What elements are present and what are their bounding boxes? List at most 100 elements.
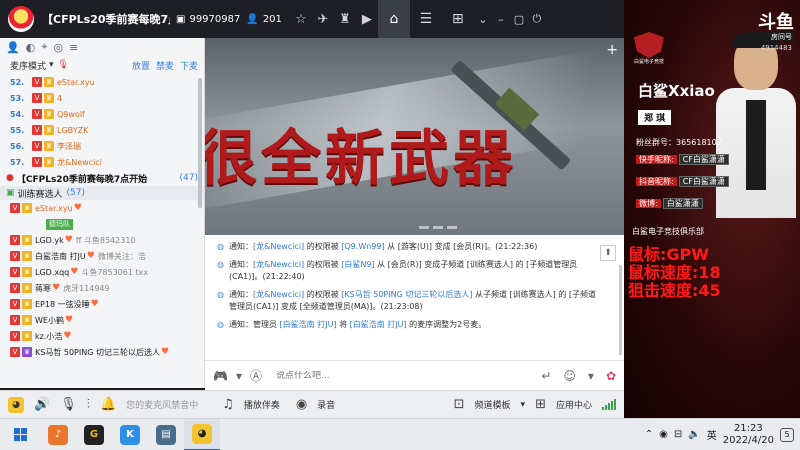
- member-item[interactable]: V ♛ WE小鹤 ♥: [0, 312, 204, 328]
- plus-icon[interactable]: +: [606, 42, 618, 58]
- chevron-down-icon[interactable]: ▾: [588, 369, 594, 383]
- user-link[interactable]: [龙&Newcici]: [253, 260, 304, 269]
- flower-icon[interactable]: ✿: [606, 369, 616, 383]
- taskbar-app-1[interactable]: ♪: [40, 419, 76, 450]
- left-scrollbar[interactable]: [198, 78, 202, 208]
- queue-item[interactable]: 53. V ♛ 4: [0, 90, 204, 106]
- shirt-icon[interactable]: ♜: [334, 12, 356, 27]
- user-link[interactable]: [龙&Newcici]: [253, 242, 304, 251]
- location-icon[interactable]: ⌖: [41, 40, 47, 54]
- queue-item[interactable]: 56. V ♛ 李泽瑞: [0, 138, 204, 154]
- input-language[interactable]: 英: [707, 427, 717, 442]
- list-tab[interactable]: ☰: [410, 0, 442, 38]
- chevron-down-icon[interactable]: ▾: [49, 60, 54, 70]
- message-scrollbar[interactable]: [619, 265, 622, 355]
- send-arrow-icon[interactable]: ↵: [541, 369, 551, 383]
- heart-icon: ♥: [160, 347, 170, 357]
- banner-pager[interactable]: [419, 226, 457, 229]
- user-link[interactable]: [龙&Newcici]: [253, 290, 304, 299]
- minimize-icon[interactable]: –: [492, 13, 510, 26]
- gamepad-icon[interactable]: 🎮: [213, 369, 228, 383]
- clock[interactable]: 21:23 2022/4/20: [723, 423, 774, 447]
- douyin-row: 抖音昵称: CF白鲨潇潇: [636, 176, 729, 187]
- user-icon[interactable]: 👤: [6, 41, 20, 54]
- power-icon[interactable]: ⏻: [528, 12, 546, 26]
- home-tab[interactable]: ⌂: [377, 0, 410, 38]
- play-accompaniment-button[interactable]: 播放伴奏: [244, 398, 280, 411]
- avatar[interactable]: ◕: [8, 396, 24, 413]
- menu-icon[interactable]: ⌄: [474, 13, 492, 26]
- place-button[interactable]: 放置: [132, 59, 150, 72]
- scroll-top-button[interactable]: ⬆: [600, 245, 616, 261]
- plane-icon[interactable]: ✈: [312, 12, 334, 27]
- chevron-up-icon[interactable]: ⌃: [645, 429, 653, 440]
- bell-icon[interactable]: 🔔: [100, 397, 116, 412]
- chevron-down-icon[interactable]: ▾: [521, 400, 526, 410]
- chat-input-bar: 🎮 ▾ Ⓐ ↵ ☺ ▾ ✿: [205, 360, 624, 390]
- record-button[interactable]: 录音: [317, 398, 335, 411]
- queue-item[interactable]: 55. V ♛ LGBYZK: [0, 122, 204, 138]
- queue-item[interactable]: 54. V ♛ Q9wolf: [0, 106, 204, 122]
- app-center-icon[interactable]: ⊞: [535, 397, 546, 412]
- queue-user-name: 龙&Newcici: [57, 157, 102, 167]
- menu-icon[interactable]: ≡: [69, 41, 78, 54]
- sub-channel-header[interactable]: ▣ 训练赛选人 (57): [0, 186, 204, 200]
- vip-icon: V: [10, 283, 20, 293]
- taskbar-app-3[interactable]: K: [112, 419, 148, 450]
- user-link[interactable]: [白鲨浩南 打JU]: [280, 320, 337, 329]
- tray-app-icon[interactable]: ◉: [659, 429, 668, 440]
- channel-header[interactable]: ● 【CFPLs20季前赛每晚7点开始 (47): [0, 170, 204, 186]
- member-item[interactable]: V ♛ eStar.xyu ♥: [0, 200, 204, 216]
- video-icon[interactable]: ▶: [356, 12, 378, 27]
- user-link[interactable]: [Q9.Wn99]: [341, 242, 384, 251]
- template-icon[interactable]: ⊡: [454, 397, 465, 412]
- text-format-icon[interactable]: Ⓐ: [250, 367, 262, 384]
- taskbar-app-4[interactable]: ▤: [148, 419, 184, 450]
- chat-input[interactable]: [276, 370, 486, 381]
- maximize-icon[interactable]: ▢: [510, 13, 528, 26]
- start-button[interactable]: [0, 428, 40, 441]
- mixer-icon[interactable]: ⫶: [87, 397, 90, 412]
- info-icon: ◍: [217, 290, 224, 299]
- record-icon[interactable]: ◉: [296, 397, 307, 412]
- globe-icon[interactable]: ◎: [54, 41, 64, 54]
- music-icon[interactable]: ♫: [222, 397, 234, 412]
- taskbar-app-yy[interactable]: ◕: [184, 418, 220, 450]
- game-tab[interactable]: ⊞: [442, 0, 474, 38]
- member-item[interactable]: V ♛ LGD.xqq ♥ 斗鱼7853061 txx: [0, 264, 204, 280]
- user-link[interactable]: [白鲨N9]: [341, 260, 374, 269]
- member-item[interactable]: V ♛ EP18 一弦没睡 ♥: [0, 296, 204, 312]
- queue-item[interactable]: 52. V ♛ eStar.xyu: [0, 74, 204, 90]
- member-item[interactable]: V ♛ kz.小浩 ♥: [0, 328, 204, 344]
- user-link[interactable]: [KS马哲 50PING 切记三轮以后选人]: [341, 290, 472, 299]
- vip-icon: V: [32, 141, 42, 151]
- member-item[interactable]: V ♛ 白鲨浩南 打JU ♥ 微博关注：浩: [0, 248, 204, 264]
- app-icon: ◕: [192, 423, 212, 444]
- ban-mic-button[interactable]: 禁麦: [156, 59, 174, 72]
- taskbar-app-2[interactable]: G: [76, 419, 112, 450]
- rank-icon: ♛: [22, 251, 32, 261]
- system-notice: ◍ 通知：[龙&Newcici] 的权限被 [白鲨N9] 从 [会员(R)] 变成…: [217, 259, 600, 283]
- queue-item[interactable]: 57. V ♛ 龙&Newcici: [0, 154, 204, 170]
- user-link[interactable]: [白鲨浩南 打JU]: [350, 320, 407, 329]
- volume-icon[interactable]: 🔈: [688, 429, 700, 440]
- team-badge: 德玛队: [46, 218, 73, 230]
- app-center-button[interactable]: 应用中心: [556, 398, 592, 411]
- member-item[interactable]: V ♛ KS马哲 50PING 切记三轮以后选人 ♥: [0, 344, 204, 360]
- channel-template-button[interactable]: 频道模板: [475, 398, 511, 411]
- member-item[interactable]: V ♛ 蒋寒 ♥ 虎牙114949: [0, 280, 204, 296]
- chat-icon[interactable]: ◐: [26, 41, 36, 54]
- mic-mode-select[interactable]: 麦序模式: [10, 59, 46, 72]
- speaker-icon[interactable]: 🔊: [34, 397, 50, 412]
- mic-icon[interactable]: 🎙: [58, 60, 69, 70]
- off-mic-button[interactable]: 下麦: [180, 59, 198, 72]
- chevron-down-icon[interactable]: ▾: [236, 369, 242, 383]
- mic-muted-icon[interactable]: 🎙: [60, 397, 77, 412]
- star-icon[interactable]: ☆: [290, 12, 312, 27]
- queue-number: 54.: [10, 109, 25, 119]
- notification-icon[interactable]: 5: [780, 427, 794, 442]
- ad-banner[interactable]: 很全新武器 +: [205, 38, 624, 235]
- member-item[interactable]: V ♛ LGD.yk ♥ ff 斗鱼8542310: [0, 232, 204, 248]
- network-icon[interactable]: ⊟: [674, 429, 682, 440]
- emoji-icon[interactable]: ☺: [563, 369, 576, 383]
